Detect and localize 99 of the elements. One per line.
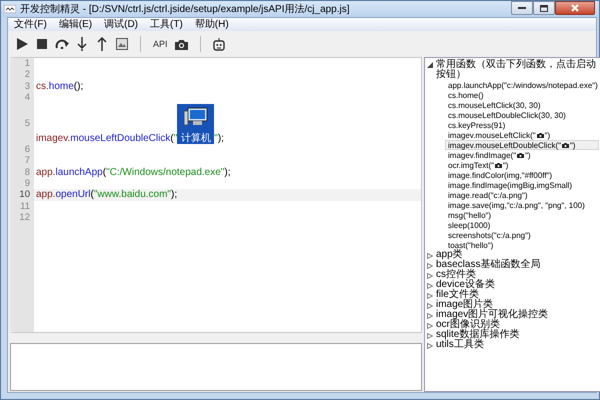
- api-button[interactable]: API: [151, 39, 170, 49]
- picture-button[interactable]: [114, 36, 130, 52]
- tree-item[interactable]: cs.home(): [445, 90, 599, 100]
- minimize-button[interactable]: [511, 1, 533, 15]
- category-label[interactable]: device设备类: [436, 280, 495, 290]
- line-number: 10: [14, 189, 34, 201]
- category-label[interactable]: utils工具类: [436, 340, 484, 350]
- menu-item[interactable]: 帮助(H): [188, 18, 235, 30]
- close-button[interactable]: [555, 1, 595, 15]
- tree-item[interactable]: ocr.imgText(" "): [445, 160, 599, 170]
- category-label[interactable]: sqlite数据库操作类: [436, 330, 520, 340]
- robot-icon: [212, 38, 225, 50]
- collapsed-triangle-icon[interactable]: [427, 263, 433, 269]
- tree-item[interactable]: sleep(1000): [445, 220, 599, 230]
- code-text: );: [218, 133, 224, 144]
- stop-button[interactable]: [34, 36, 50, 52]
- tree-item[interactable]: cs.keyPress(91): [445, 120, 599, 130]
- computer-icon: [184, 107, 208, 128]
- function-text: "): [544, 130, 550, 140]
- function-text: imagev.mouseLeftClick(": [448, 130, 536, 140]
- camera-icon: [517, 152, 524, 158]
- stop-icon: [37, 39, 47, 49]
- function-text: ocr.imgText(": [448, 160, 494, 170]
- code-text: mouseLeftDoubleClick: [70, 133, 170, 144]
- menu-item[interactable]: 编辑(E): [52, 18, 98, 30]
- collapsed-triangle-icon[interactable]: [427, 293, 433, 299]
- close-icon: [571, 4, 579, 12]
- line-number: 9: [14, 178, 34, 190]
- tree-item[interactable]: toast("hello"): [445, 240, 599, 250]
- camera-icon: [536, 132, 544, 138]
- play-icon: [16, 38, 28, 50]
- line-number: 6: [14, 144, 34, 156]
- step-out-icon: [97, 37, 107, 51]
- category-label[interactable]: app类: [436, 250, 463, 260]
- collapsed-triangle-icon[interactable]: [427, 323, 433, 329]
- step-into-icon: [77, 37, 87, 51]
- category-label[interactable]: 常用函数（双击下列函数，点击启动按钮）: [436, 60, 600, 80]
- category-label[interactable]: cs控件类: [436, 270, 476, 280]
- computer-thumbnail: 计算机: [177, 104, 214, 144]
- step-over-icon: [55, 39, 69, 49]
- line-number: 2: [14, 69, 34, 81]
- menu-item[interactable]: 工具(T): [144, 18, 189, 30]
- code-text: ": [214, 133, 218, 144]
- tree-item[interactable]: image.findImage(imgBig,imgSmall): [445, 180, 599, 190]
- tree-item[interactable]: screenshots("c:/a.png"): [445, 230, 599, 240]
- tree-item[interactable]: cs.mouseLeftDoubleClick(30, 30): [445, 110, 599, 120]
- collapsed-triangle-icon[interactable]: [427, 273, 433, 279]
- expanded-triangle-icon[interactable]: [427, 62, 433, 68]
- collapsed-triangle-icon[interactable]: [427, 313, 433, 319]
- collapsed-triangle-icon[interactable]: [427, 333, 433, 339]
- line-number: 3: [14, 80, 34, 92]
- camera-icon: [494, 162, 502, 168]
- robot-button[interactable]: [210, 36, 227, 52]
- function-text: imagev.findImage(": [448, 150, 516, 160]
- code-text: imagev.: [36, 133, 70, 144]
- code-text: ": [174, 133, 178, 144]
- maximize-button[interactable]: [533, 1, 555, 15]
- tree-item[interactable]: image.read("c:/a.png"): [445, 190, 599, 200]
- line-number: 12: [14, 212, 34, 224]
- code-line: app.launchApp("C:/Windows/notepad.exe");: [35, 166, 232, 178]
- tree-item[interactable]: image.save(img,"c:/a.png", "png", 100): [445, 200, 599, 210]
- window-title: 开发控制精灵 - [D:/SVN/ctrl.js/ctrl.jside/setup/example/jsAPI用法/cj_app.js]: [20, 2, 351, 16]
- maximize-icon: [540, 4, 548, 12]
- line-number: 11: [14, 200, 34, 212]
- collapsed-triangle-icon[interactable]: [427, 343, 433, 349]
- tree-item[interactable]: msg("hello"): [445, 210, 599, 220]
- app-logo-icon: [4, 5, 16, 13]
- tree-item[interactable]: cs.mouseLeftClick(30, 30): [445, 100, 599, 110]
- category-label[interactable]: file文件类: [436, 290, 479, 300]
- camera-icon: [175, 38, 188, 50]
- line-number: 7: [14, 155, 34, 167]
- tree-item[interactable]: imagev.mouseLeftDoubleClick(" "): [445, 140, 599, 150]
- collapsed-triangle-icon[interactable]: [427, 303, 433, 309]
- menu-item[interactable]: 文件(F): [8, 18, 53, 30]
- camera-icon: [562, 142, 569, 148]
- function-text: "): [525, 150, 531, 160]
- tree-item[interactable]: image.findColor(img,"#ff00ff"): [445, 170, 599, 180]
- category-label[interactable]: image图片类: [436, 300, 494, 310]
- collapsed-triangle-icon[interactable]: [427, 283, 433, 289]
- code-line: cs.home();: [35, 80, 84, 92]
- tree-item[interactable]: imagev.findImage(" "): [445, 150, 599, 160]
- tree-item[interactable]: app.launchApp("c:/windows/notepad.exe"): [445, 80, 599, 90]
- line-number: 1: [14, 58, 34, 70]
- menu-item[interactable]: 调试(D): [98, 18, 144, 30]
- tree-item[interactable]: imagev.mouseLeftClick(" "): [445, 130, 599, 140]
- line-number: 8: [14, 166, 34, 178]
- category-label[interactable]: ocr图像识别类: [436, 320, 500, 330]
- collapsed-triangle-icon[interactable]: [427, 253, 433, 259]
- line-number: 4: [14, 92, 34, 104]
- category-label[interactable]: imagev图片可视化操控类: [436, 310, 548, 320]
- function-text: imagev.mouseLeftDoubleClick(": [448, 140, 561, 150]
- line-number: 5: [14, 103, 34, 144]
- minimize-icon: [518, 6, 526, 10]
- play-button[interactable]: [14, 36, 30, 52]
- function-text: "): [502, 160, 508, 170]
- function-text: "): [570, 140, 576, 150]
- picture-icon: [116, 38, 128, 50]
- category-label[interactable]: baseclass基础函数全局: [436, 260, 540, 270]
- code-text: (: [170, 133, 174, 144]
